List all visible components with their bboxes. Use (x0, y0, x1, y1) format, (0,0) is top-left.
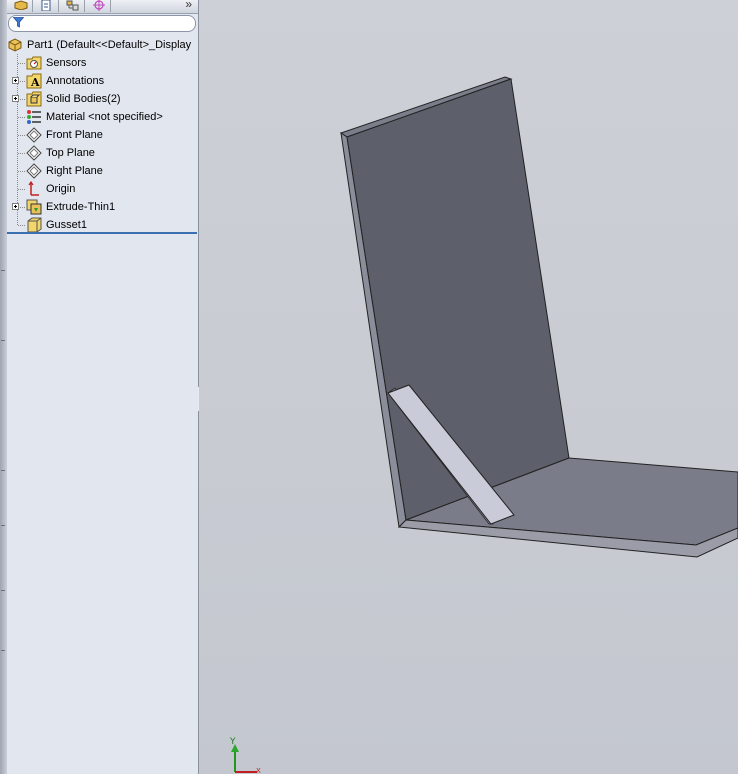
sensors-icon (26, 56, 42, 70)
extrude-icon (26, 199, 42, 215)
filter-icon (13, 17, 24, 28)
tree-item-label: Front Plane (46, 129, 103, 141)
feature-manager-panel: » Part1 (Default<<Default>_Display Senso… (7, 0, 199, 774)
rollback-bar[interactable] (7, 232, 197, 234)
tree-item-label: Top Plane (46, 147, 95, 159)
triad-x-label: X (256, 767, 261, 774)
tab-dimxpert-manager[interactable] (85, 0, 111, 12)
svg-text:A: A (30, 76, 40, 89)
tree-item-sensors[interactable]: Sensors (7, 54, 198, 72)
plane-icon (26, 145, 42, 161)
tree-item-label: Annotations (46, 75, 105, 87)
more-tabs-button[interactable]: » (185, 0, 192, 11)
tree-item-front-plane[interactable]: Front Plane (7, 126, 198, 144)
tree-item-label: Solid Bodies(2) (46, 93, 121, 105)
material-icon (27, 110, 41, 124)
tree-item-label: Right Plane (46, 165, 103, 177)
part-icon (8, 38, 22, 52)
origin-icon (28, 181, 39, 196)
tree-item-solid-bodies[interactable]: Solid Bodies(2) (7, 90, 198, 108)
tree-item-material[interactable]: Material <not specified> (7, 108, 198, 126)
tab-property-manager[interactable] (33, 0, 59, 12)
configuration-icon (66, 0, 79, 11)
tree-filter-input[interactable] (8, 15, 196, 32)
tree-item-label: Extrude-Thin1 (46, 201, 116, 213)
tree-item-annotations[interactable]: A Annotations (7, 72, 198, 90)
tab-configuration-manager[interactable] (59, 0, 85, 12)
tree-item-extrude-thin1[interactable]: Extrude-Thin1 (7, 198, 198, 216)
tree-item-top-plane[interactable]: Top Plane (7, 144, 198, 162)
tree-root-label: Part1 (Default<<Default>_Display (27, 39, 192, 51)
part-icon (14, 0, 28, 10)
plane-icon (26, 163, 42, 179)
tree-item-origin[interactable]: Origin (7, 180, 198, 198)
annotations-icon: A (26, 73, 42, 89)
tree-item-right-plane[interactable]: Right Plane (7, 162, 198, 180)
tree-item-label: Sensors (46, 57, 87, 69)
solid-bodies-folder-icon (26, 91, 42, 107)
tree-item-label: Origin (46, 183, 76, 195)
gusset-icon (27, 217, 42, 233)
manager-tabs: » (7, 0, 198, 14)
model-3d-view[interactable] (199, 0, 738, 774)
tree-item-label: Material <not specified> (46, 111, 163, 123)
crosshair-icon (93, 0, 105, 11)
tree-root-part[interactable]: Part1 (Default<<Default>_Display (7, 36, 198, 54)
axis-triad-icon: Y X (229, 737, 261, 774)
plane-icon (26, 127, 42, 143)
graphics-viewport[interactable]: Y X (199, 0, 738, 774)
tab-feature-manager[interactable] (7, 0, 33, 12)
document-icon (41, 0, 51, 11)
